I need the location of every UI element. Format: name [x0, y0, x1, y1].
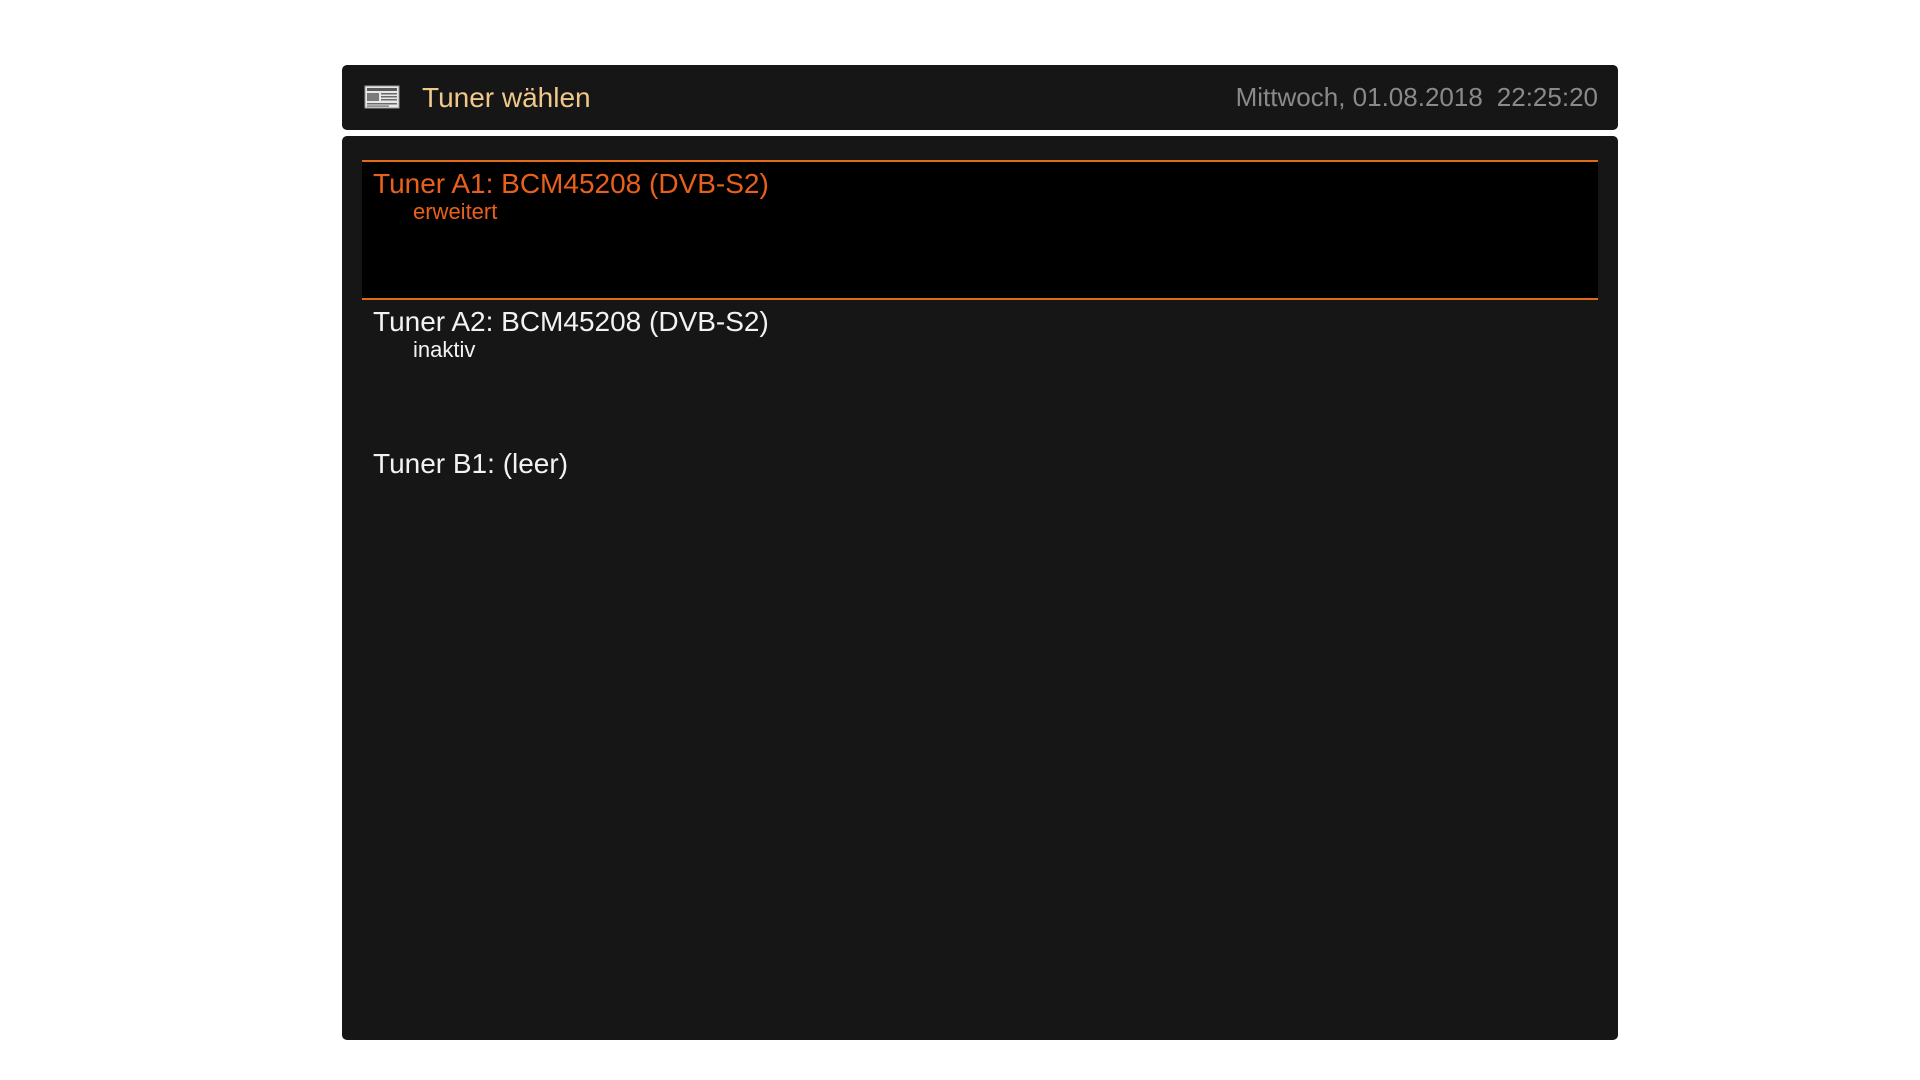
tuner-status: erweitert — [413, 199, 498, 224]
tuner-status: inaktiv — [413, 337, 476, 362]
tuner-list-item-a1[interactable]: Tuner A1: BCM45208 (DVB-S2) erweitert — [362, 160, 1598, 300]
tuner-list-item-a2[interactable]: Tuner A2: BCM45208 (DVB-S2) inaktiv — [362, 300, 1598, 440]
tuner-name: Tuner B1: (leer) — [373, 448, 569, 479]
tuner-list: Tuner A1: BCM45208 (DVB-S2) erweitert Tu… — [362, 160, 1598, 580]
newspaper-icon — [364, 85, 400, 109]
time-text: 22:25:20 — [1496, 82, 1598, 112]
page-title: Tuner wählen — [422, 82, 591, 113]
tuner-list-item-b1[interactable]: Tuner B1: (leer) — [362, 440, 1598, 580]
tuner-name: Tuner A1: BCM45208 (DVB-S2) — [373, 168, 769, 199]
screen: Tuner wählen Mittwoch, 01.08.2018 22:25:2… — [0, 0, 1920, 1080]
content-panel: Tuner A1: BCM45208 (DVB-S2) erweitert Tu… — [342, 136, 1618, 1040]
tuner-name: Tuner A2: BCM45208 (DVB-S2) — [373, 306, 769, 337]
header-bar: Tuner wählen Mittwoch, 01.08.2018 22:25:2… — [342, 65, 1618, 130]
date-text: Mittwoch, 01.08.2018 — [1235, 82, 1483, 112]
datetime-display: Mittwoch, 01.08.2018 22:25:20 — [1236, 65, 1598, 130]
